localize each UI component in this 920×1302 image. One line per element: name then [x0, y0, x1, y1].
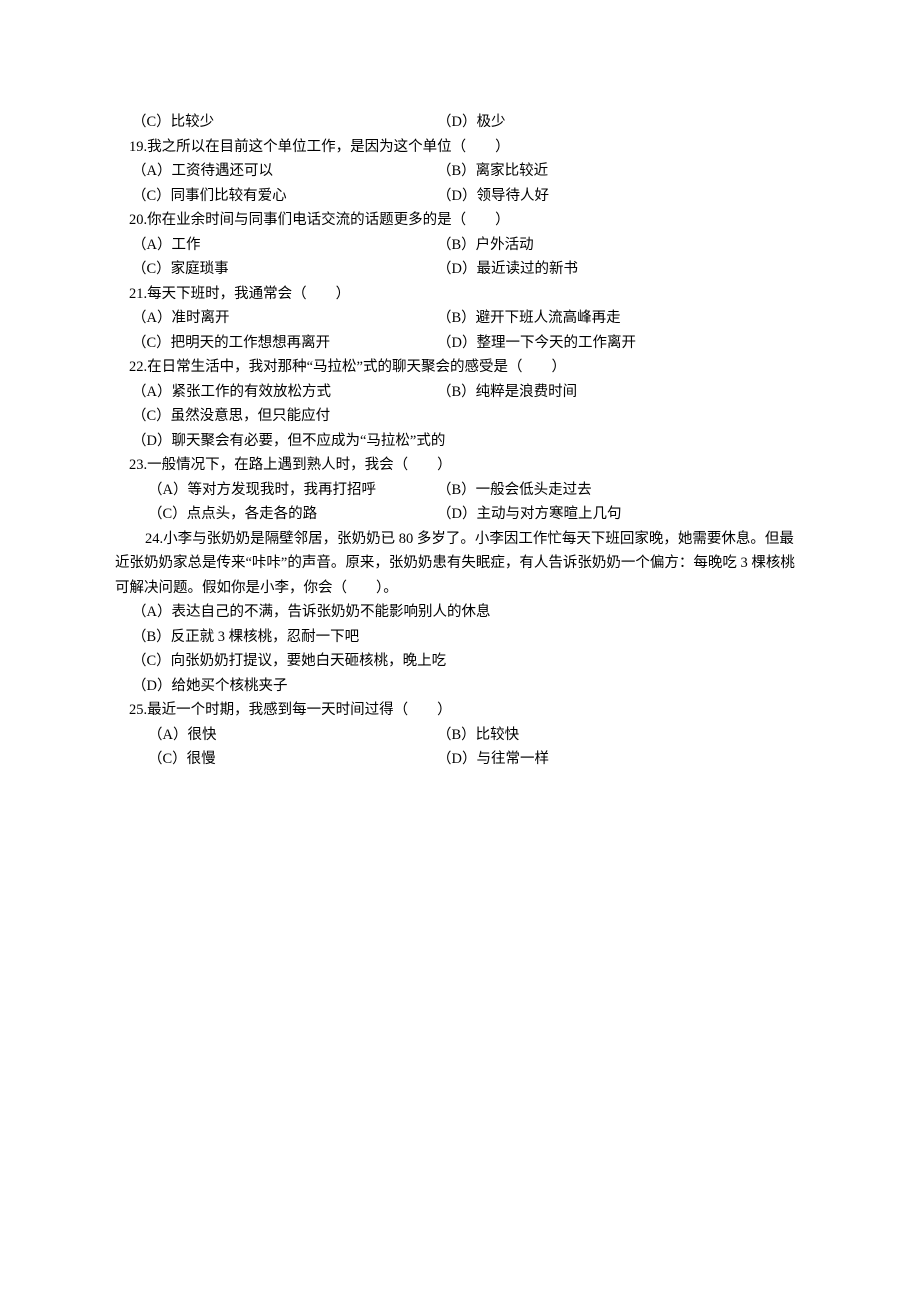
option-d: （D）与往常一样	[437, 747, 805, 772]
option-a: （A）等对方发现我时，我再打招呼	[115, 478, 437, 503]
option-c: （C）比较少	[115, 110, 437, 135]
option-c: （C）家庭琐事	[115, 257, 437, 282]
option-row: （C）比较少 （D）极少	[115, 110, 805, 135]
option-row: （C）很慢 （D）与往常一样	[115, 747, 805, 772]
exam-page: （C）比较少 （D）极少 19.我之所以在目前这个单位工作，是因为这个单位（ ）…	[0, 0, 920, 772]
option-row: （A）准时离开 （B）避开下班人流高峰再走	[115, 306, 805, 331]
question-stem: 20.你在业余时间与同事们电话交流的话题更多的是（ ）	[115, 208, 805, 233]
option-c: （C）同事们比较有爱心	[115, 184, 437, 209]
option-b: （B）户外活动	[437, 233, 805, 258]
option-d: （D）给她买个核桃夹子	[115, 674, 805, 699]
question-stem: 21.每天下班时，我通常会（ ）	[115, 282, 805, 307]
question-stem: 19.我之所以在目前这个单位工作，是因为这个单位（ ）	[115, 135, 805, 160]
option-b: （B）离家比较近	[437, 159, 805, 184]
option-row: （A）很快 （B）比较快	[115, 723, 805, 748]
option-c: （C）很慢	[115, 747, 437, 772]
option-c: （C）向张奶奶打提议，要她白天砸核桃，晚上吃	[115, 649, 805, 674]
option-c: （C）把明天的工作想想再离开	[115, 331, 437, 356]
option-d: （D）最近读过的新书	[437, 257, 805, 282]
option-a: （A）表达自己的不满，告诉张奶奶不能影响别人的休息	[115, 600, 805, 625]
option-c: （C）点点头，各走各的路	[115, 502, 437, 527]
option-d: （D）领导待人好	[437, 184, 805, 209]
option-d: （D）聊天聚会有必要，但不应成为“马拉松”式的	[115, 429, 805, 454]
option-row: （A）工资待遇还可以 （B）离家比较近	[115, 159, 805, 184]
option-a: （A）很快	[115, 723, 437, 748]
option-a: （A）工作	[115, 233, 437, 258]
option-d: （D）极少	[437, 110, 805, 135]
option-row: （C）同事们比较有爱心 （D）领导待人好	[115, 184, 805, 209]
option-row: （C）点点头，各走各的路 （D）主动与对方寒暄上几句	[115, 502, 805, 527]
option-row: （A）等对方发现我时，我再打招呼 （B）一般会低头走过去	[115, 478, 805, 503]
option-d: （D）整理一下今天的工作离开	[437, 331, 805, 356]
option-row: （A）紧张工作的有效放松方式 （B）纯粹是浪费时间	[115, 380, 805, 405]
option-b: （B）反正就 3 棵核桃，忍耐一下吧	[115, 625, 805, 650]
option-a: （A）准时离开	[115, 306, 437, 331]
option-row: （A）工作 （B）户外活动	[115, 233, 805, 258]
question-stem: 23.一般情况下，在路上遇到熟人时，我会（ ）	[115, 453, 805, 478]
option-b: （B）比较快	[437, 723, 805, 748]
option-b: （B）避开下班人流高峰再走	[437, 306, 805, 331]
option-row: （C）家庭琐事 （D）最近读过的新书	[115, 257, 805, 282]
question-stem: 25.最近一个时期，我感到每一天时间过得（ ）	[115, 698, 805, 723]
option-b: （B）纯粹是浪费时间	[437, 380, 805, 405]
option-a: （A）工资待遇还可以	[115, 159, 437, 184]
question-stem: 22.在日常生活中，我对那种“马拉松”式的聊天聚会的感受是（ ）	[115, 355, 805, 380]
question-stem: 24.小李与张奶奶是隔壁邻居，张奶奶已 80 多岁了。小李因工作忙每天下班回家晚…	[115, 527, 805, 601]
option-row: （C）把明天的工作想想再离开 （D）整理一下今天的工作离开	[115, 331, 805, 356]
option-a: （A）紧张工作的有效放松方式	[115, 380, 437, 405]
option-c: （C）虽然没意思，但只能应付	[115, 404, 805, 429]
option-b: （B）一般会低头走过去	[437, 478, 805, 503]
option-d: （D）主动与对方寒暄上几句	[437, 502, 805, 527]
